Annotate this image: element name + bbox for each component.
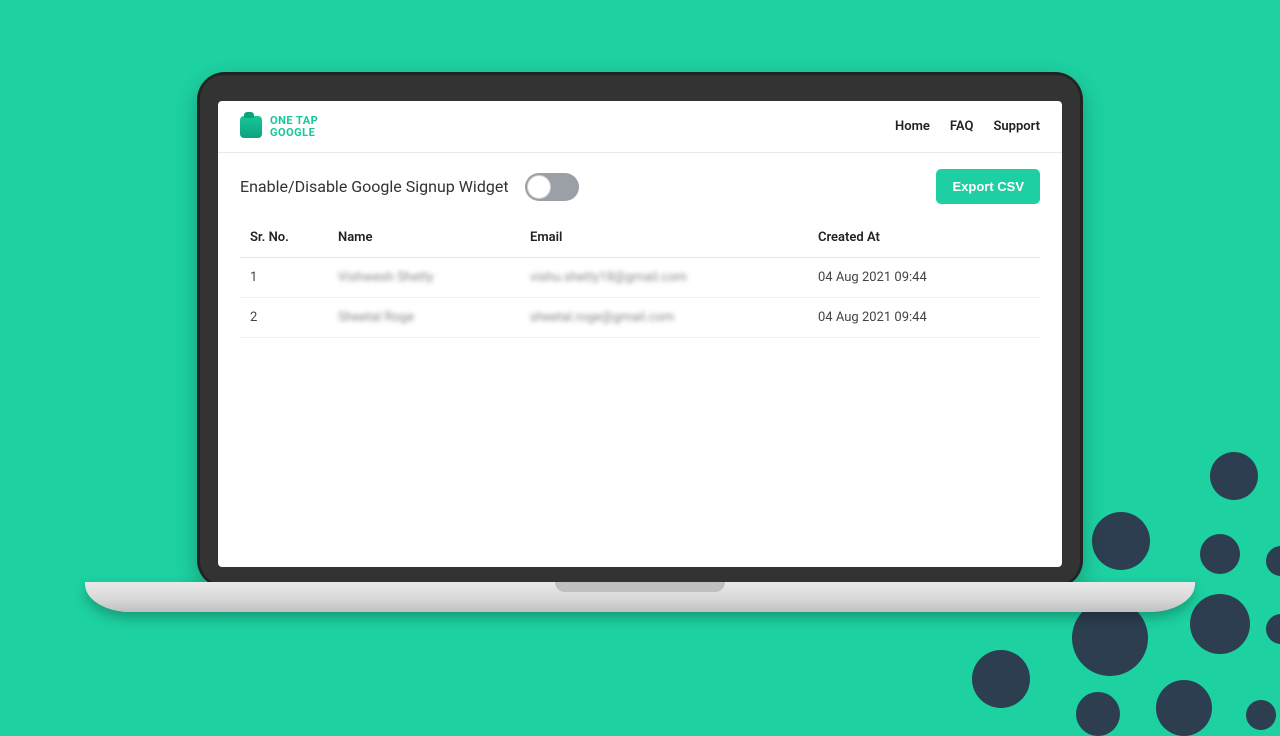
col-name: Name [328, 218, 520, 258]
cell-created: 04 Aug 2021 09:44 [808, 258, 1040, 298]
laptop-base [85, 582, 1195, 612]
nav-home[interactable]: Home [895, 119, 930, 134]
logo-icon [240, 116, 262, 138]
nav-support[interactable]: Support [993, 119, 1040, 134]
laptop-bezel: ONE TAP GOOGLE Home FAQ Support Enable/D… [200, 75, 1080, 585]
bg-dot [1266, 614, 1280, 644]
bg-dot [972, 650, 1030, 708]
widget-toggle[interactable] [525, 173, 579, 201]
logo[interactable]: ONE TAP GOOGLE [240, 115, 318, 138]
laptop-notch [555, 582, 725, 592]
laptop-frame: ONE TAP GOOGLE Home FAQ Support Enable/D… [197, 72, 1083, 588]
col-created: Created At [808, 218, 1040, 258]
bg-dot [1156, 680, 1212, 736]
toggle-label: Enable/Disable Google Signup Widget [240, 177, 509, 196]
bg-dot [1200, 534, 1240, 574]
col-srno: Sr. No. [240, 218, 328, 258]
brand-line1: ONE TAP [270, 115, 318, 127]
cell-name: Sheetal Roge [328, 298, 520, 338]
cell-srno: 1 [240, 258, 328, 298]
header: ONE TAP GOOGLE Home FAQ Support [218, 101, 1062, 153]
col-email: Email [520, 218, 808, 258]
logo-text: ONE TAP GOOGLE [270, 115, 318, 138]
bg-dot [1210, 452, 1258, 500]
left-controls: Enable/Disable Google Signup Widget [240, 173, 579, 201]
bg-dot [1190, 594, 1250, 654]
export-csv-button[interactable]: Export CSV [936, 169, 1040, 204]
bg-dot [1092, 512, 1150, 570]
toggle-knob-icon [527, 175, 551, 199]
table-row: 2 Sheetal Roge sheetal.roge@gmail.com 04… [240, 298, 1040, 338]
app: ONE TAP GOOGLE Home FAQ Support Enable/D… [218, 101, 1062, 567]
cell-name: Vishwesh Shetty [328, 258, 520, 298]
cell-created: 04 Aug 2021 09:44 [808, 298, 1040, 338]
bg-dot [1076, 692, 1120, 736]
bg-dot [1246, 700, 1276, 730]
bg-dot [1266, 546, 1280, 576]
table-header-row: Sr. No. Name Email Created At [240, 218, 1040, 258]
brand-line2: GOOGLE [270, 127, 318, 139]
table-row: 1 Vishwesh Shetty vishu.shetty18@gmail.c… [240, 258, 1040, 298]
cell-email: sheetal.roge@gmail.com [520, 298, 808, 338]
users-table: Sr. No. Name Email Created At 1 Vishwesh… [218, 218, 1062, 338]
cell-email: vishu.shetty18@gmail.com [520, 258, 808, 298]
nav: Home FAQ Support [895, 119, 1040, 134]
nav-faq[interactable]: FAQ [950, 119, 974, 134]
controls-bar: Enable/Disable Google Signup Widget Expo… [218, 153, 1062, 218]
screen: ONE TAP GOOGLE Home FAQ Support Enable/D… [218, 101, 1062, 567]
cell-srno: 2 [240, 298, 328, 338]
